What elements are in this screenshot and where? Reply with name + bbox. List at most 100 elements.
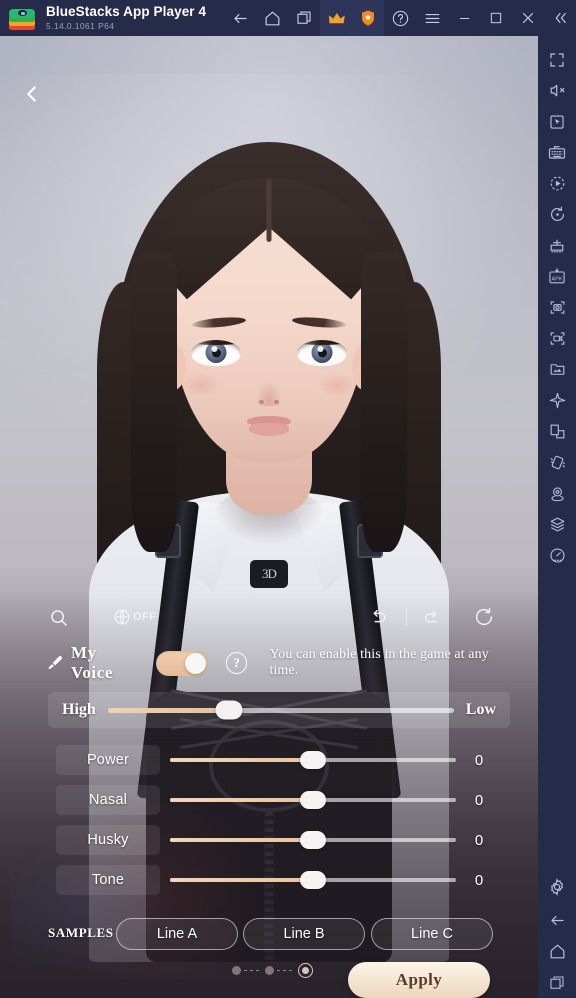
param-value-tone: 0 (474, 871, 484, 889)
param-slider-tone[interactable] (170, 871, 456, 889)
undo-button[interactable] (367, 600, 389, 634)
param-label-box-nasal: Nasal (56, 785, 160, 815)
param-slider-power[interactable] (170, 751, 456, 769)
sidebar-rotate[interactable] (540, 199, 574, 230)
emulator-screen[interactable]: 3D OFF My Voice ? You can enable this in… (0, 36, 538, 998)
copy-windows-icon (297, 11, 311, 24)
pagination-dot-3-active[interactable] (298, 963, 313, 978)
pitch-slider[interactable] (107, 700, 454, 720)
points-button[interactable] (352, 0, 384, 36)
pagination-dot-2[interactable] (265, 966, 274, 975)
sidebar-shake[interactable] (540, 447, 574, 478)
title-bar: BlueStacks App Player 4 5.14.0.1061 P64 (0, 0, 576, 36)
close-button[interactable] (512, 0, 544, 36)
sidebar-macro-record[interactable] (540, 168, 574, 199)
crown-icon (328, 12, 345, 23)
param-value-husky: 0 (474, 831, 484, 849)
param-slider-handle-tone[interactable] (300, 871, 326, 889)
param-slider-handle-power[interactable] (300, 751, 326, 769)
param-slider-nasal[interactable] (170, 791, 456, 809)
layers-icon (550, 517, 564, 532)
resize-window-icon (550, 424, 564, 439)
sidebar-performance[interactable] (540, 540, 574, 571)
param-value-nasal: 0 (474, 791, 484, 809)
my-voice-toggle[interactable] (156, 650, 208, 676)
chevron-left-icon (27, 86, 36, 102)
sidebar-multi-instance-manager[interactable] (540, 230, 574, 261)
sidebar-keyboard[interactable] (540, 137, 574, 168)
collapse-sidebar-button[interactable] (544, 0, 576, 36)
home-button[interactable] (256, 0, 288, 36)
param-label-nasal: Nasal (88, 792, 128, 808)
sidebar-screenshot[interactable] (540, 292, 574, 323)
help-button[interactable] (384, 0, 416, 36)
param-slider-fill-tone (170, 878, 313, 882)
search-button[interactable] (48, 600, 69, 634)
location-pin-icon (550, 487, 564, 502)
sidebar-android-recents[interactable] (540, 967, 574, 998)
speedometer-icon (549, 548, 565, 563)
app-title: BlueStacks App Player 4 (46, 4, 207, 20)
sidebar-android-home[interactable] (540, 936, 574, 967)
search-icon (51, 609, 67, 626)
maximize-icon (490, 12, 502, 24)
sidebar-game-controls[interactable] (540, 106, 574, 137)
pitch-slider-handle[interactable] (215, 700, 243, 720)
sidebar-layers[interactable] (540, 509, 574, 540)
pitch-slider-row: High Low (48, 692, 510, 728)
sidebar-settings[interactable] (540, 874, 574, 905)
samples-row: SAMPLES Line A Line B Line C (0, 918, 538, 950)
maximize-button[interactable] (480, 0, 512, 36)
apply-button[interactable]: Apply (348, 962, 490, 998)
sidebar-location[interactable] (540, 478, 574, 509)
param-label-power: Power (86, 752, 130, 768)
minimize-button[interactable] (448, 0, 480, 36)
pitch-low-label: Low (465, 701, 496, 718)
game-back-button[interactable] (12, 74, 52, 114)
sidebar-install-apk[interactable]: APK (540, 261, 574, 292)
language-toggle-button[interactable]: OFF (112, 600, 157, 634)
shake-icon (550, 455, 565, 470)
sidebar-eco-mode[interactable] (540, 385, 574, 416)
play-record-icon (550, 176, 564, 191)
sample-line-c-button[interactable]: Line C (371, 918, 493, 950)
close-icon (522, 12, 534, 24)
param-slider-fill-power (170, 758, 313, 762)
menu-button[interactable] (416, 0, 448, 36)
param-slider-handle-husky[interactable] (300, 831, 326, 849)
param-label-tone: Tone (91, 872, 125, 888)
svg-text:APK: APK (551, 276, 562, 282)
reset-button[interactable] (473, 600, 495, 634)
sidebar-resize[interactable] (540, 416, 574, 447)
sidebar-fullscreen[interactable] (540, 44, 574, 75)
speaker-mute-icon (550, 84, 564, 97)
sidebar-media-manager[interactable] (540, 354, 574, 385)
pagination-dash-1 (244, 969, 262, 972)
voice-parameter-list: Power 0 Nasal 0 Husky 0 Tone 0 (0, 740, 538, 900)
arrow-left-icon (550, 915, 564, 926)
globe-icon (114, 609, 130, 625)
chevrons-left-icon (555, 12, 566, 24)
my-voice-help-icon[interactable]: ? (225, 652, 248, 674)
param-slider-fill-nasal (170, 798, 313, 802)
redo-button[interactable] (421, 600, 443, 634)
toolbar-divider (406, 608, 407, 626)
param-slider-husky[interactable] (170, 831, 456, 849)
undo-icon (373, 609, 386, 623)
shield-star-icon (362, 10, 374, 26)
param-slider-handle-nasal[interactable] (300, 791, 326, 809)
back-button[interactable] (224, 0, 256, 36)
multi-instance-button[interactable] (288, 0, 320, 36)
sidebar-android-back[interactable] (540, 905, 574, 936)
pagination-dot-1[interactable] (232, 966, 241, 975)
sidebar-mute[interactable] (540, 75, 574, 106)
screenshot-icon (550, 301, 564, 314)
sample-line-a-button[interactable]: Line A (116, 918, 238, 950)
sidebar-record-video[interactable] (540, 323, 574, 354)
premium-button[interactable] (320, 0, 352, 36)
instance-manager-icon (550, 239, 564, 252)
help-glyph: ? (233, 655, 240, 670)
voice-customization-panel: OFF My Voice ? You can enable this in th… (0, 588, 538, 998)
toggle-knob (184, 652, 206, 674)
sample-line-b-button[interactable]: Line B (243, 918, 365, 950)
